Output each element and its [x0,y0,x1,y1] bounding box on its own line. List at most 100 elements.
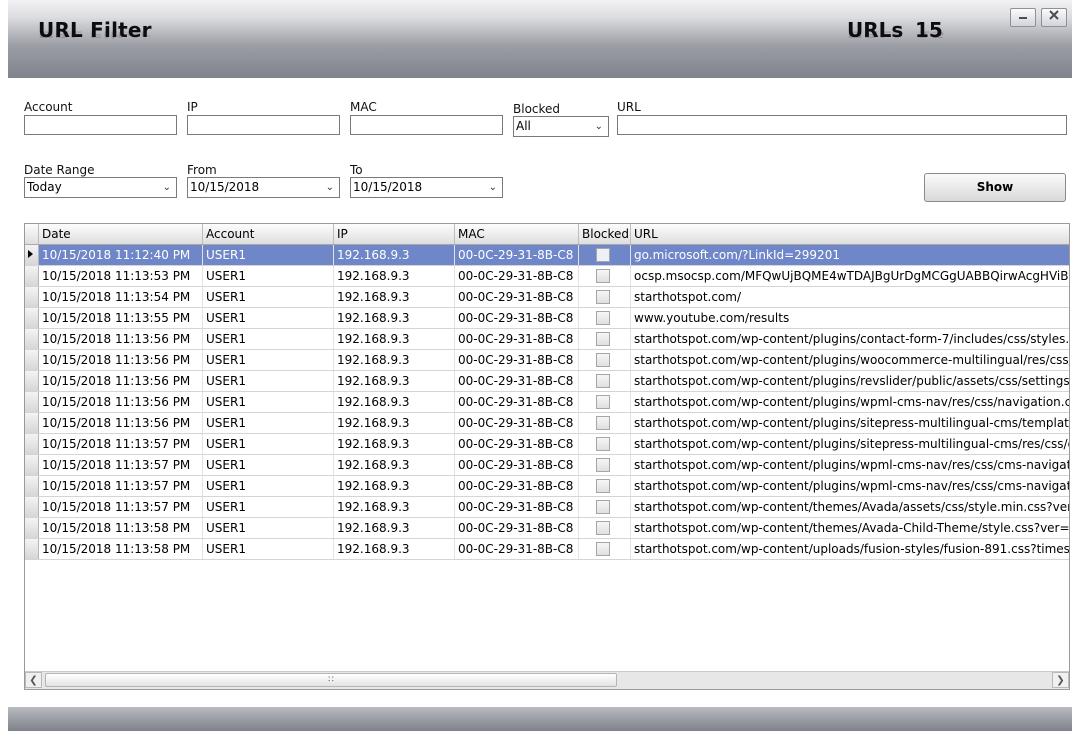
cell-account[interactable]: USER1 [203,266,334,286]
cell-ip[interactable]: 192.168.9.3 [334,392,455,412]
from-date-picker[interactable]: 10/15/2018 ⌄ [187,177,340,198]
close-icon[interactable] [1041,8,1067,27]
cell-mac[interactable]: 00-0C-29-31-8B-C8 [455,413,579,433]
blocked-checkbox[interactable] [596,290,610,304]
row-header[interactable] [25,476,39,496]
cell-date[interactable]: 10/15/2018 11:13:58 PM [39,539,203,559]
blocked-checkbox[interactable] [596,353,610,367]
blocked-checkbox[interactable] [596,248,610,262]
url-input[interactable] [617,115,1067,135]
blocked-checkbox[interactable] [596,542,610,556]
cell-ip[interactable]: 192.168.9.3 [334,518,455,538]
cell-mac[interactable]: 00-0C-29-31-8B-C8 [455,308,579,328]
cell-date[interactable]: 10/15/2018 11:13:56 PM [39,413,203,433]
cell-date[interactable]: 10/15/2018 11:13:57 PM [39,476,203,496]
column-header-account[interactable]: Account [203,224,334,244]
chevron-right-icon[interactable]: ❯ [1052,672,1069,688]
cell-mac[interactable]: 00-0C-29-31-8B-C8 [455,518,579,538]
cell-mac[interactable]: 00-0C-29-31-8B-C8 [455,434,579,454]
cell-account[interactable]: USER1 [203,308,334,328]
cell-ip[interactable]: 192.168.9.3 [334,539,455,559]
row-header[interactable] [25,371,39,391]
cell-account[interactable]: USER1 [203,245,334,265]
row-header[interactable] [25,497,39,517]
cell-ip[interactable]: 192.168.9.3 [334,287,455,307]
cell-url[interactable]: starthotspot.com/wp-content/plugins/wooc… [631,350,1069,370]
row-header[interactable] [25,455,39,475]
cell-ip[interactable]: 192.168.9.3 [334,308,455,328]
chevron-left-icon[interactable]: ❮ [25,672,42,688]
mac-input[interactable] [350,115,503,135]
cell-ip[interactable]: 192.168.9.3 [334,455,455,475]
row-header[interactable] [25,287,39,307]
cell-mac[interactable]: 00-0C-29-31-8B-C8 [455,329,579,349]
cell-url[interactable]: starthotspot.com/wp-content/themes/Avada… [631,497,1069,517]
cell-date[interactable]: 10/15/2018 11:13:54 PM [39,287,203,307]
table-row[interactable]: 10/15/2018 11:13:56 PM USER1 192.168.9.3 00… [25,371,1069,392]
row-header[interactable] [25,518,39,538]
cell-ip[interactable]: 192.168.9.3 [334,371,455,391]
date-range-select[interactable]: Today ⌄ [24,177,177,198]
column-header-blocked[interactable]: Blocked [579,224,631,244]
cell-account[interactable]: USER1 [203,371,334,391]
cell-url[interactable]: starthotspot.com/wp-content/plugins/wpml… [631,455,1069,475]
cell-date[interactable]: 10/15/2018 11:13:56 PM [39,329,203,349]
blocked-checkbox[interactable] [596,416,610,430]
blocked-checkbox[interactable] [596,269,610,283]
account-input[interactable] [24,115,177,135]
cell-date[interactable]: 10/15/2018 11:13:58 PM [39,518,203,538]
blocked-checkbox[interactable] [596,374,610,388]
cell-date[interactable]: 10/15/2018 11:12:40 PM [39,245,203,265]
cell-ip[interactable]: 192.168.9.3 [334,497,455,517]
cell-account[interactable]: USER1 [203,497,334,517]
cell-account[interactable]: USER1 [203,329,334,349]
cell-account[interactable]: USER1 [203,455,334,475]
cell-url[interactable]: www.youtube.com/results [631,308,1069,328]
cell-account[interactable]: USER1 [203,287,334,307]
blocked-checkbox[interactable] [596,521,610,535]
row-header[interactable] [25,308,39,328]
row-header[interactable] [25,350,39,370]
show-button[interactable]: Show [924,173,1066,202]
cell-ip[interactable]: 192.168.9.3 [334,350,455,370]
table-row[interactable]: 10/15/2018 11:13:57 PM USER1 192.168.9.3 00… [25,455,1069,476]
cell-mac[interactable]: 00-0C-29-31-8B-C8 [455,497,579,517]
cell-ip[interactable]: 192.168.9.3 [334,413,455,433]
cell-mac[interactable]: 00-0C-29-31-8B-C8 [455,476,579,496]
table-row[interactable]: 10/15/2018 11:12:40 PM USER1 192.168.9.3 00… [25,245,1069,266]
table-row[interactable]: 10/15/2018 11:13:57 PM USER1 192.168.9.3 00… [25,434,1069,455]
cell-ip[interactable]: 192.168.9.3 [334,434,455,454]
cell-url[interactable]: starthotspot.com/ [631,287,1069,307]
row-header[interactable] [25,434,39,454]
cell-ip[interactable]: 192.168.9.3 [334,245,455,265]
cell-url[interactable]: starthotspot.com/wp-content/plugins/site… [631,413,1069,433]
column-header-url[interactable]: URL [631,224,1069,244]
row-header[interactable] [25,392,39,412]
row-header[interactable] [25,266,39,286]
cell-ip[interactable]: 192.168.9.3 [334,476,455,496]
cell-mac[interactable]: 00-0C-29-31-8B-C8 [455,371,579,391]
ip-input[interactable] [187,115,340,135]
row-header[interactable] [25,245,39,265]
cell-date[interactable]: 10/15/2018 11:13:53 PM [39,266,203,286]
blocked-checkbox[interactable] [596,311,610,325]
cell-date[interactable]: 10/15/2018 11:13:56 PM [39,371,203,391]
table-row[interactable]: 10/15/2018 11:13:53 PM USER1 192.168.9.3 00… [25,266,1069,287]
row-header[interactable] [25,329,39,349]
to-date-picker[interactable]: 10/15/2018 ⌄ [350,177,503,198]
cell-url[interactable]: ocsp.msocsp.com/MFQwUjBQME4wTDAJBgUrDgMC… [631,266,1069,286]
cell-mac[interactable]: 00-0C-29-31-8B-C8 [455,539,579,559]
table-row[interactable]: 10/15/2018 11:13:55 PM USER1 192.168.9.3 00… [25,308,1069,329]
horizontal-scrollbar[interactable]: ❮ ∷ ❯ [25,671,1069,689]
scrollbar-thumb[interactable]: ∷ [45,673,617,687]
cell-url[interactable]: starthotspot.com/wp-content/plugins/wpml… [631,476,1069,496]
table-row[interactable]: 10/15/2018 11:13:57 PM USER1 192.168.9.3 00… [25,476,1069,497]
cell-account[interactable]: USER1 [203,392,334,412]
table-row[interactable]: 10/15/2018 11:13:56 PM USER1 192.168.9.3 00… [25,350,1069,371]
cell-mac[interactable]: 00-0C-29-31-8B-C8 [455,350,579,370]
cell-account[interactable]: USER1 [203,539,334,559]
column-header-date[interactable]: Date [39,224,203,244]
cell-url[interactable]: starthotspot.com/wp-content/plugins/site… [631,434,1069,454]
cell-date[interactable]: 10/15/2018 11:13:56 PM [39,350,203,370]
cell-url[interactable]: starthotspot.com/wp-content/plugins/revs… [631,371,1069,391]
